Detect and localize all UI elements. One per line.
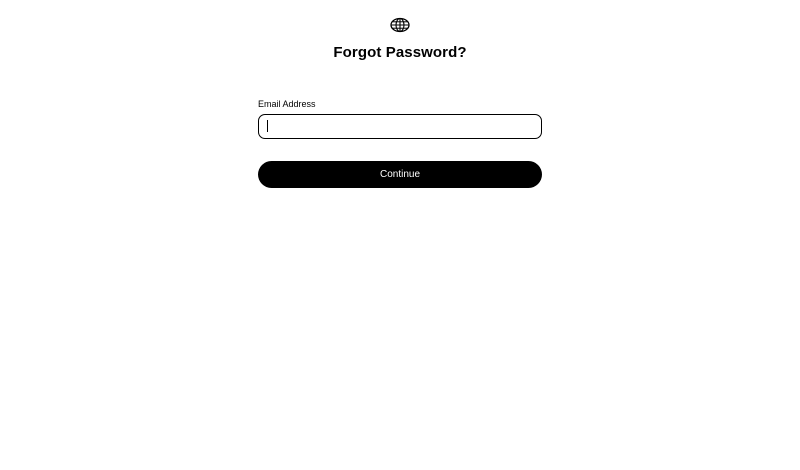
email-field[interactable] <box>258 114 542 139</box>
forgot-password-page: Forgot Password? Email Address Continue <box>0 0 800 470</box>
text-cursor <box>267 120 268 132</box>
continue-button[interactable]: Continue <box>258 161 542 188</box>
email-field-label: Email Address <box>258 99 316 109</box>
globe-icon <box>390 16 410 34</box>
page-title: Forgot Password? <box>333 44 467 61</box>
